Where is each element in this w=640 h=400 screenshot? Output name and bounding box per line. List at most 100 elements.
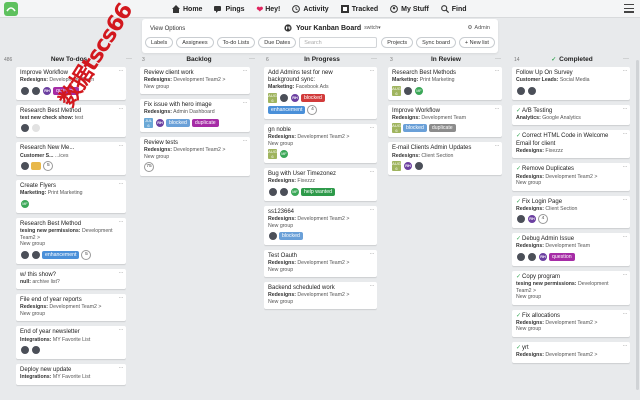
label-help-wanted[interactable]: help wanted (301, 187, 335, 196)
todo-card[interactable]: ··· w/ this show? null: archive list? (16, 268, 126, 290)
label-enhancement[interactable]: enhancement (268, 105, 306, 114)
column-menu-icon[interactable]: ··· (495, 56, 501, 62)
card-menu-icon[interactable]: ··· (119, 68, 124, 74)
todo-card[interactable]: ··· Deploy new update Integrations: MY F… (16, 364, 126, 385)
todo-card[interactable]: ··· Research Best Method test new check … (16, 104, 126, 138)
card-menu-icon[interactable]: ··· (119, 181, 124, 187)
label-duplicate[interactable]: duplicate (191, 118, 219, 127)
card-menu-icon[interactable]: ··· (623, 197, 628, 203)
todo-card[interactable]: ··· Bug with User Timezonez Redesigns: F… (264, 168, 377, 201)
card-menu-icon[interactable]: ··· (119, 327, 124, 333)
nav-tracked[interactable]: Tracked (340, 5, 378, 13)
todo-card[interactable]: ··· File end of year reports Redesigns: … (16, 294, 126, 322)
todo-card[interactable]: ··· gn noble Redesigns: Development Team… (264, 123, 377, 164)
card-menu-icon[interactable]: ··· (119, 143, 124, 149)
label-question[interactable]: question (53, 86, 79, 95)
todo-card[interactable]: ··· Improve Workflow Redesigns: Developm… (388, 104, 502, 138)
label-blocked[interactable]: blocked (403, 124, 427, 133)
card-menu-icon[interactable]: ··· (370, 283, 375, 289)
due-dates-filter-button[interactable]: Due Dates (258, 37, 297, 48)
todo-card[interactable]: ··· Research Best Method tesing new perm… (16, 217, 126, 264)
card-menu-icon[interactable]: ··· (243, 138, 248, 144)
card-menu-icon[interactable]: ··· (119, 295, 124, 301)
hamburger-menu-icon[interactable] (624, 4, 634, 13)
card-menu-icon[interactable]: ··· (119, 365, 124, 371)
todo-card[interactable]: ··· Research Best Methods Marketing: Pri… (388, 67, 502, 100)
card-menu-icon[interactable]: ··· (495, 106, 500, 112)
column-menu-icon[interactable]: ··· (249, 56, 255, 62)
todo-card[interactable]: ··· Review tests Redesigns: Development … (140, 136, 250, 177)
label-duplicate[interactable]: duplicate (428, 124, 456, 133)
labels-filter-button[interactable]: Labels (145, 37, 174, 48)
todo-lists-filter-button[interactable]: To-do Lists (216, 37, 256, 48)
card-menu-icon[interactable]: ··· (623, 164, 628, 170)
card-menu-icon[interactable]: ··· (495, 68, 500, 74)
nav-pings[interactable]: Pings (214, 5, 245, 13)
card-menu-icon[interactable]: ··· (370, 251, 375, 257)
assignees-filter-button[interactable]: Assignees (176, 37, 214, 48)
todo-card[interactable]: ··· ✓yrt Redesigns: Development Team2 > (512, 341, 630, 363)
card-menu-icon[interactable]: ··· (623, 106, 628, 112)
vertical-scrollbar[interactable] (636, 60, 639, 390)
new-list-button[interactable]: + New list (458, 37, 495, 48)
sync-board-button[interactable]: Sync board (416, 37, 456, 48)
todo-card[interactable]: ··· Improve Workflow Redesigns: Developm… (16, 67, 126, 100)
column-menu-icon[interactable]: ··· (623, 56, 629, 62)
todo-card[interactable]: ··· E-mail Clients Admin Updates Redesig… (388, 142, 502, 176)
todo-card[interactable]: ··· ✓Fix Login Page Redesigns: Client Se… (512, 195, 630, 229)
admin-link[interactable]: ⚙ Admin (467, 25, 490, 31)
todo-card[interactable]: ··· Create Flyers Marketing: Print Marke… (16, 180, 126, 213)
card-menu-icon[interactable]: ··· (119, 219, 124, 225)
card-menu-icon[interactable]: ··· (623, 131, 628, 137)
card-menu-icon[interactable]: ··· (623, 343, 628, 349)
avatar (31, 85, 41, 96)
label-blocked[interactable]: blocked (301, 93, 325, 102)
todo-card[interactable]: ··· Fix issue with hero image Redesigns:… (140, 99, 250, 132)
switch-board-dropdown[interactable]: switch▾ (364, 25, 380, 31)
todo-card[interactable]: ··· End of year newsletter Integrations:… (16, 326, 126, 360)
card-menu-icon[interactable]: ··· (495, 143, 500, 149)
label-question[interactable]: question (549, 252, 575, 261)
todo-card[interactable]: ··· ✓Remove Duplicates Redesigns: Develo… (512, 163, 630, 191)
board-title[interactable]: Your Kanban Board switch▾ (284, 24, 381, 32)
nav-hey[interactable]: ❤ Hey! (257, 5, 281, 14)
card-menu-icon[interactable]: ··· (119, 270, 124, 276)
card-menu-icon[interactable]: ··· (370, 169, 375, 175)
card-menu-icon[interactable]: ··· (243, 100, 248, 106)
column-menu-icon[interactable]: ··· (371, 56, 377, 62)
search-input[interactable]: Search (299, 37, 378, 48)
card-menu-icon[interactable]: ··· (370, 125, 375, 131)
todo-card[interactable]: ··· ✓Debug Admin Issue Redesigns: Develo… (512, 233, 630, 266)
nav-home[interactable]: Home (172, 5, 202, 13)
card-menu-icon[interactable]: ··· (243, 68, 248, 74)
projects-button[interactable]: Projects (381, 37, 414, 48)
todo-card[interactable]: ··· Test Oauth Redesigns: Development Te… (264, 250, 377, 278)
label-blocked[interactable]: blocked (279, 232, 303, 241)
todo-card[interactable]: ··· ss123664 Redesigns: Development Team… (264, 205, 377, 246)
card-menu-icon[interactable]: ··· (623, 68, 628, 74)
card-menu-icon[interactable]: ··· (623, 272, 628, 278)
todo-card[interactable]: ··· ✓Fix allocations Redesigns: Developm… (512, 309, 630, 337)
column-menu-icon[interactable]: ··· (126, 56, 132, 62)
todo-card[interactable]: ··· ✓Copy program tesing new permissions… (512, 270, 630, 305)
todo-card[interactable]: ··· Review client work Redesigns: Develo… (140, 67, 250, 95)
basecamp-logo-icon[interactable] (4, 2, 18, 16)
nav-find[interactable]: Find (440, 5, 467, 13)
todo-card[interactable]: ··· Follow Up On Survey Customer Leads: … (512, 67, 630, 100)
card-menu-icon[interactable]: ··· (623, 311, 628, 317)
label-enhancement[interactable]: enhancement (42, 250, 80, 259)
card-menu-icon[interactable]: ··· (119, 106, 124, 112)
view-options-link[interactable]: View Options (150, 26, 185, 32)
label-blocked[interactable]: blocked (166, 118, 190, 127)
todo-card[interactable]: ··· ✓A/B Testing Analytics: Google Analy… (512, 104, 630, 126)
todo-card[interactable]: ··· Backend scheduled work Redesigns: De… (264, 282, 377, 310)
nav-activity[interactable]: Activity (292, 5, 329, 13)
todo-card[interactable]: ··· ✓Correct HTML Code in Welcome Email … (512, 130, 630, 159)
card-menu-icon[interactable]: ··· (623, 234, 628, 240)
card-menu-icon[interactable]: ··· (370, 207, 375, 213)
card-menu-icon[interactable]: ··· (370, 68, 375, 74)
label[interactable] (31, 162, 42, 171)
nav-mystuff[interactable]: My Stuff (390, 5, 429, 13)
todo-card[interactable]: ··· Add Admins test for new background s… (264, 67, 377, 119)
todo-card[interactable]: ··· Research New Me... Customer S... ...… (16, 142, 126, 176)
